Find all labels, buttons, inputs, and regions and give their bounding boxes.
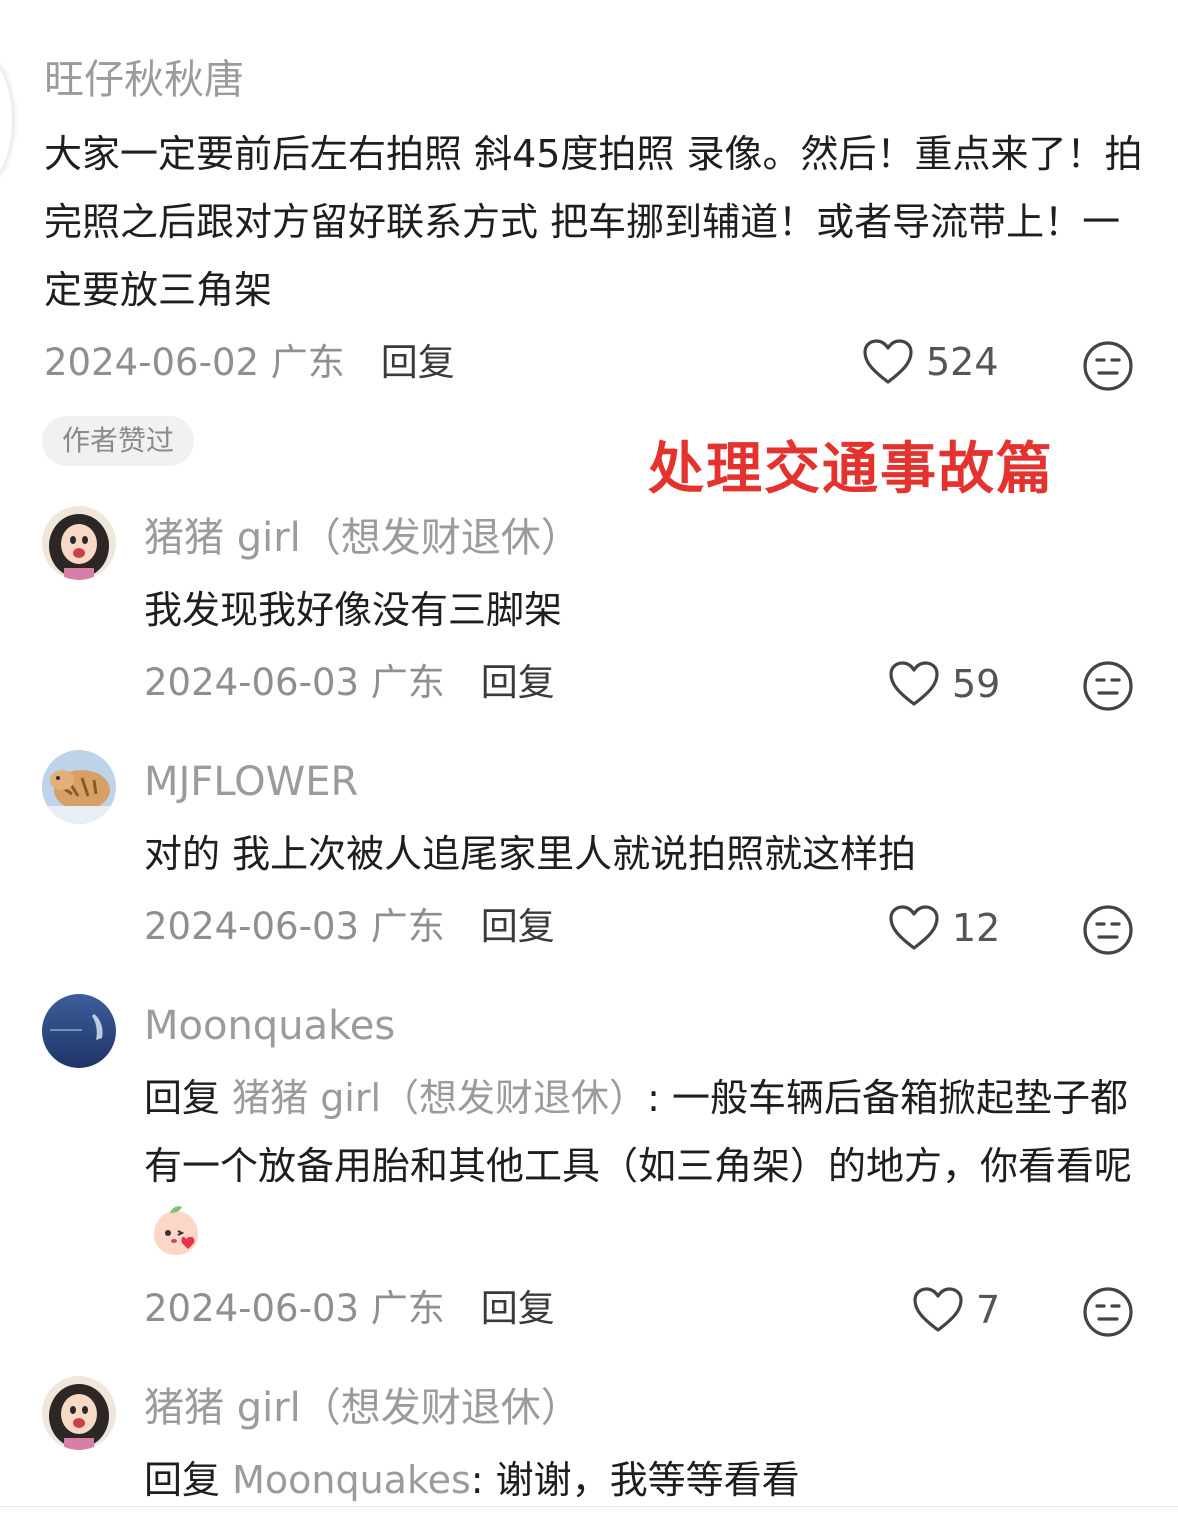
- comment-4-like-button[interactable]: 7: [912, 1286, 1000, 1334]
- heart-outline-icon: [912, 1286, 964, 1334]
- comment-4-reply-prefix: 回复: [144, 1076, 221, 1120]
- comment-3-meta-row: 2024-06-03 广东 回复: [144, 904, 555, 950]
- comment-2-reply-button[interactable]: 回复: [481, 660, 555, 706]
- comment-3-date-location: 2024-06-03 广东: [144, 905, 445, 948]
- divider: [0, 1506, 1178, 1507]
- comment-4-username[interactable]: Moonquakes: [144, 1002, 395, 1050]
- comment-2-react-button[interactable]: [1082, 660, 1134, 712]
- overlay-title: 处理交通事故篇: [648, 437, 1054, 502]
- comment-2-like-button[interactable]: 59: [888, 660, 1000, 708]
- neutral-face-icon: [1083, 341, 1133, 391]
- comment-4-reply-button[interactable]: 回复: [481, 1286, 555, 1332]
- comment-3-like-button[interactable]: 12: [888, 904, 1000, 952]
- comment-1-date-location: 2024-06-02 广东: [44, 341, 345, 384]
- comment-1-reply-button[interactable]: 回复: [381, 340, 455, 386]
- comment-4-mention[interactable]: 猪猪 girl（想发财退休）: [232, 1076, 647, 1120]
- comment-5-mention[interactable]: Moonquakes: [232, 1458, 471, 1502]
- author-liked-badge: 作者赞过: [42, 416, 195, 466]
- neutral-face-icon: [1083, 1287, 1133, 1337]
- comment-3-username[interactable]: MJFLOWER: [144, 758, 358, 806]
- comment-1-meta-row: 2024-06-02 广东 回复: [44, 340, 455, 386]
- heart-outline-icon: [888, 904, 940, 952]
- comment-3-react-button[interactable]: [1082, 904, 1134, 956]
- peach-blush-emoji-icon: [148, 1203, 204, 1280]
- avatar[interactable]: [42, 994, 116, 1068]
- heart-outline-icon: [888, 660, 940, 708]
- comment-2-date-location: 2024-06-03 广东: [144, 661, 445, 704]
- comment-5-text: : 谢谢，我等等看看: [470, 1458, 800, 1502]
- comment-4-meta-row: 2024-06-03 广东 回复: [144, 1286, 555, 1332]
- avatar[interactable]: [42, 750, 116, 824]
- comment-4-react-button[interactable]: [1082, 1286, 1134, 1338]
- avatar[interactable]: [42, 1376, 116, 1450]
- avatar[interactable]: [42, 506, 116, 580]
- comment-1-text: 大家一定要前后左右拍照 斜45度拍照 录像。然后！重点来了！拍完照之后跟对方留好…: [44, 132, 1143, 312]
- comment-1-like-button[interactable]: 524: [862, 338, 999, 386]
- neutral-face-icon: [1083, 661, 1133, 711]
- comment-2-username[interactable]: 猪猪 girl（想发财退休）: [144, 514, 581, 562]
- comment-1-username[interactable]: 旺仔秋秋唐: [44, 56, 244, 104]
- neutral-face-icon: [1083, 905, 1133, 955]
- comment-4-body: 回复 猪猪 girl（想发财退休）: 一般车辆后备箱掀起垫子都有一个放备用胎和其…: [144, 1064, 1144, 1280]
- comment-5-body: 回复 Moonquakes: 谢谢，我等等看看: [144, 1446, 1144, 1514]
- comment-3-reply-button[interactable]: 回复: [481, 904, 555, 950]
- comment-2-like-count: 59: [952, 662, 1001, 706]
- comment-3-like-count: 12: [952, 906, 1001, 950]
- comment-4-like-count: 7: [976, 1288, 1001, 1332]
- comment-1-react-button[interactable]: [1082, 340, 1134, 392]
- comment-3-text: 对的 我上次被人追尾家里人就说拍照就这样拍: [144, 832, 917, 876]
- comment-1-like-count: 524: [926, 340, 999, 384]
- heart-outline-icon: [862, 338, 914, 386]
- comment-2-meta-row: 2024-06-03 广东 回复: [144, 660, 555, 706]
- comment-4-date-location: 2024-06-03 广东: [144, 1287, 445, 1330]
- comment-5-username[interactable]: 猪猪 girl（想发财退休）: [144, 1384, 581, 1432]
- comment-5-reply-prefix: 回复: [144, 1458, 221, 1502]
- edge-avatar-fragment: [0, 60, 12, 180]
- comment-2-text: 我发现我好像没有三脚架: [144, 588, 563, 632]
